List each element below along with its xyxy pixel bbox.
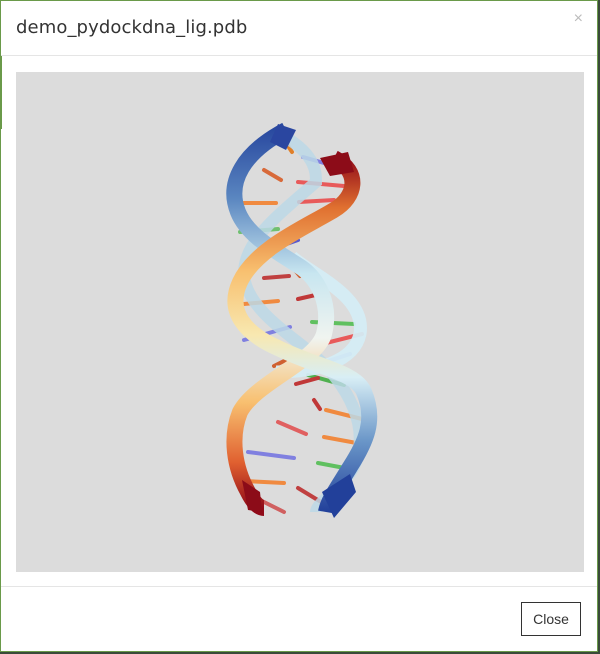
left-accent-line — [1, 56, 2, 129]
modal-title: demo_pydockdna_lig.pdb — [16, 17, 248, 38]
structure-viewer-modal: demo_pydockdna_lig.pdb × Close — [0, 0, 598, 652]
dna-helix-render — [226, 122, 378, 518]
modal-header: demo_pydockdna_lig.pdb × — [1, 1, 597, 56]
close-button[interactable]: Close — [521, 602, 581, 636]
dna-strand-b — [227, 150, 378, 514]
modal-footer: Close — [1, 586, 597, 652]
close-icon[interactable]: × — [574, 11, 583, 27]
strand-end-top-right — [320, 152, 354, 176]
molecule-viewer[interactable] — [16, 72, 584, 572]
